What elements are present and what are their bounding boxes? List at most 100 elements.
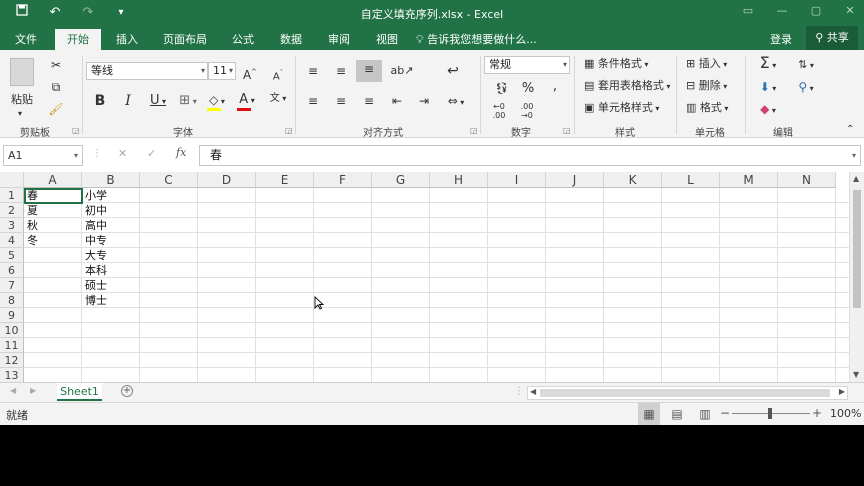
insert-function-icon[interactable]: fx xyxy=(176,146,186,159)
format-cells-button[interactable]: ▥ 格式 ▾ xyxy=(686,100,728,117)
orientation-icon[interactable]: ab↗ xyxy=(390,62,414,80)
bold-icon[interactable]: B xyxy=(92,92,108,110)
delete-cells-button[interactable]: ⊟ 删除 ▾ xyxy=(686,78,727,95)
column-header-f[interactable]: F xyxy=(314,172,372,188)
column-header-d[interactable]: D xyxy=(198,172,256,188)
increase-decimal-icon[interactable]: ←0.00 xyxy=(490,102,508,120)
tell-me-search[interactable]: 💡︎ 告诉我您想要做什么... xyxy=(416,29,537,50)
cell-b7[interactable]: 硕士 xyxy=(82,278,140,293)
cell-b2[interactable]: 初中 xyxy=(82,203,140,218)
align-right-icon[interactable]: ≡ xyxy=(361,92,377,110)
minimize-icon[interactable]: — xyxy=(772,4,792,17)
align-left-icon[interactable]: ≡ xyxy=(305,92,321,110)
zoom-level[interactable]: 100% xyxy=(830,407,861,420)
row-header-2[interactable]: 2 xyxy=(0,203,24,218)
formula-input[interactable]: 春 ▾ xyxy=(199,145,861,166)
cell-b5[interactable]: 大专 xyxy=(82,248,140,263)
row-header-12[interactable]: 12 xyxy=(0,353,24,368)
horizontal-scrollbar[interactable]: ◀ ▶ xyxy=(527,386,848,400)
top-align-icon[interactable]: ≡ xyxy=(305,62,321,80)
cut-icon[interactable]: ✂ xyxy=(48,56,64,74)
wrap-text-icon[interactable]: ↩ xyxy=(444,62,462,80)
close-icon[interactable]: ✕ xyxy=(840,4,860,17)
next-sheet-icon[interactable]: ▶ xyxy=(30,386,36,395)
decrease-decimal-icon[interactable]: .00 →0 xyxy=(518,102,536,120)
select-all-button[interactable] xyxy=(0,172,24,188)
normal-view-icon[interactable]: ▦ xyxy=(638,403,660,425)
tab-file[interactable]: 文件 xyxy=(6,29,46,50)
cell-b1[interactable]: 小学 xyxy=(82,188,140,203)
cell-a4[interactable]: 冬 xyxy=(24,233,82,248)
row-header-9[interactable]: 9 xyxy=(0,308,24,323)
zoom-in-icon[interactable]: + xyxy=(812,406,822,420)
column-header-l[interactable]: L xyxy=(662,172,720,188)
decrease-font-size-icon[interactable]: Aˇ xyxy=(270,64,286,86)
row-header-11[interactable]: 11 xyxy=(0,338,24,353)
zoom-out-icon[interactable]: − xyxy=(720,406,730,420)
row-header-3[interactable]: 3 xyxy=(0,218,24,233)
paste-icon[interactable] xyxy=(10,58,34,86)
tab-page-layout[interactable]: 页面布局 xyxy=(157,29,213,50)
tab-formulas[interactable]: 公式 xyxy=(224,29,262,50)
ribbon-display-options-icon[interactable]: ▭ xyxy=(738,4,758,17)
scroll-left-icon[interactable]: ◀ xyxy=(530,387,536,396)
column-header-b[interactable]: B xyxy=(82,172,140,188)
column-header-n[interactable]: N xyxy=(778,172,836,188)
phonetic-guide-icon[interactable]: 文 ▾ xyxy=(266,90,290,108)
tab-home[interactable]: 开始 xyxy=(55,29,101,50)
increase-font-size-icon[interactable]: A^ xyxy=(242,63,258,84)
page-layout-view-icon[interactable]: ▤ xyxy=(666,403,688,425)
cancel-icon[interactable]: ✕ xyxy=(118,147,127,160)
format-as-table-button[interactable]: ▤ 套用表格格式 ▾ xyxy=(584,78,670,95)
font-size-select[interactable]: 11 ▾ xyxy=(208,62,236,80)
cell-b3[interactable]: 高中 xyxy=(82,218,140,233)
fill-icon[interactable]: ⬇ ▾ xyxy=(756,78,780,98)
autosum-icon[interactable]: Σ ▾ xyxy=(754,54,782,75)
italic-icon[interactable]: I xyxy=(120,92,136,110)
vertical-scroll-thumb[interactable] xyxy=(853,190,861,308)
row-header-10[interactable]: 10 xyxy=(0,323,24,338)
clipboard-launcher-icon[interactable]: ◲ xyxy=(72,126,80,135)
paste-dropdown-icon[interactable]: ▾ xyxy=(18,106,22,122)
cell-b8[interactable]: 博士 xyxy=(82,293,140,308)
column-header-i[interactable]: I xyxy=(488,172,546,188)
find-select-icon[interactable]: ⚲ ▾ xyxy=(793,78,819,98)
column-header-m[interactable]: M xyxy=(720,172,778,188)
insert-cells-button[interactable]: ⊞ 插入 ▾ xyxy=(686,56,727,73)
row-header-4[interactable]: 4 xyxy=(0,233,24,248)
share-button[interactable]: ⚲ 共享 xyxy=(806,26,858,50)
percent-style-icon[interactable]: % xyxy=(520,80,536,98)
increase-indent-icon[interactable]: ⇥ xyxy=(415,92,433,110)
column-header-g[interactable]: G xyxy=(372,172,430,188)
row-header-13[interactable]: 13 xyxy=(0,368,24,382)
cell-b4[interactable]: 中专 xyxy=(82,233,140,248)
vertical-scrollbar[interactable]: ▲ ▼ xyxy=(849,172,864,382)
name-box[interactable]: A1 ▾ xyxy=(3,145,83,166)
alignment-launcher-icon[interactable]: ◲ xyxy=(470,126,478,135)
comma-style-icon[interactable]: , xyxy=(548,78,562,96)
decrease-indent-icon[interactable]: ⇤ xyxy=(388,92,406,110)
scroll-up-icon[interactable]: ▲ xyxy=(853,174,859,183)
zoom-slider-thumb[interactable] xyxy=(768,408,772,419)
align-center-icon[interactable]: ≡ xyxy=(333,92,349,110)
font-color-icon[interactable]: A ▾ xyxy=(235,91,259,111)
underline-icon[interactable]: U ▾ xyxy=(147,92,169,111)
cell-a3[interactable]: 秋 xyxy=(24,218,82,233)
worksheet-grid[interactable]: A B C D E F G H I J K L M N 1 2 3 4 5 6 7 8 9 10 11 12 13 春夏秋冬小学 初中高… xyxy=(0,172,849,382)
row-header-1[interactable]: 1 xyxy=(0,188,24,203)
number-format-select[interactable]: 常规 ▾ xyxy=(484,56,570,74)
collapse-ribbon-icon[interactable]: ⌃ xyxy=(846,122,854,138)
tab-splitter[interactable]: ⋮ xyxy=(514,386,524,397)
font-name-select[interactable]: 等线 ▾ xyxy=(86,62,208,80)
login-link[interactable]: 登录 xyxy=(770,29,792,50)
sort-filter-icon[interactable]: ⇅ ▾ xyxy=(793,56,819,75)
tab-data[interactable]: 数据 xyxy=(272,29,310,50)
accounting-format-icon[interactable]: 💱︎ xyxy=(490,80,514,98)
column-header-k[interactable]: K xyxy=(604,172,662,188)
tab-review[interactable]: 审阅 xyxy=(320,29,358,50)
column-header-a[interactable]: A xyxy=(24,172,82,188)
conditional-formatting-button[interactable]: ▦ 条件格式 ▾ xyxy=(584,56,648,73)
row-header-6[interactable]: 6 xyxy=(0,263,24,278)
previous-sheet-icon[interactable]: ◀ xyxy=(10,386,16,395)
column-header-j[interactable]: J xyxy=(546,172,604,188)
